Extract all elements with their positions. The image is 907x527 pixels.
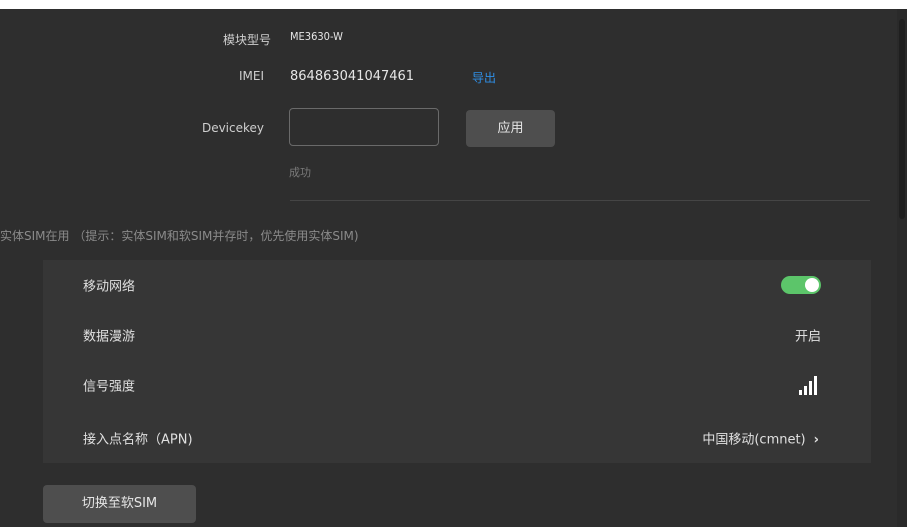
divider: [290, 200, 870, 201]
toggle-knob: [805, 278, 819, 292]
row-apn[interactable]: 接入点名称（APN) 中国移动(cmnet) ›: [43, 413, 871, 463]
chevron-right-icon: ›: [813, 432, 819, 448]
apply-button[interactable]: 应用: [466, 110, 555, 147]
data-roaming-label: 数据漫游: [83, 329, 136, 345]
devicekey-label: Devicekey: [201, 121, 264, 135]
sim-settings-card: 移动网络 数据漫游 开启 信号强度 接入点名称（APN) 中国移动(cmnet)…: [43, 260, 871, 463]
data-roaming-value[interactable]: 开启: [795, 326, 821, 345]
scrollbar-thumb[interactable]: [899, 19, 905, 219]
switch-to-soft-sim-button[interactable]: 切换至软SIM: [43, 485, 196, 523]
scrollbar[interactable]: [897, 9, 907, 527]
devicekey-status: 成功: [289, 166, 311, 179]
apn-label: 接入点名称（APN): [83, 432, 193, 448]
sim-status-text: 实体SIM在用 （提示：实体SIM和软SIM并存时，优先使用实体SIM): [0, 229, 359, 243]
row-data-roaming[interactable]: 数据漫游 开启: [43, 310, 871, 360]
imei-value: 864863041047461: [290, 69, 415, 84]
imei-label: IMEI: [238, 69, 264, 83]
apn-value: 中国移动(cmnet): [702, 432, 806, 448]
module-model-value: ME3630-W: [290, 30, 343, 43]
apn-selector[interactable]: 中国移动(cmnet) ›: [702, 429, 819, 448]
devicekey-input[interactable]: [289, 108, 439, 146]
signal-strength-label: 信号强度: [83, 379, 136, 395]
signal-strength-icon: [797, 375, 821, 395]
module-model-label: 模块型号: [222, 33, 271, 47]
row-mobile-network: 移动网络: [43, 260, 871, 310]
row-signal-strength: 信号强度: [43, 360, 871, 410]
mobile-network-toggle[interactable]: [781, 276, 821, 294]
export-link[interactable]: 导出: [472, 69, 496, 86]
mobile-network-label: 移动网络: [83, 279, 136, 295]
